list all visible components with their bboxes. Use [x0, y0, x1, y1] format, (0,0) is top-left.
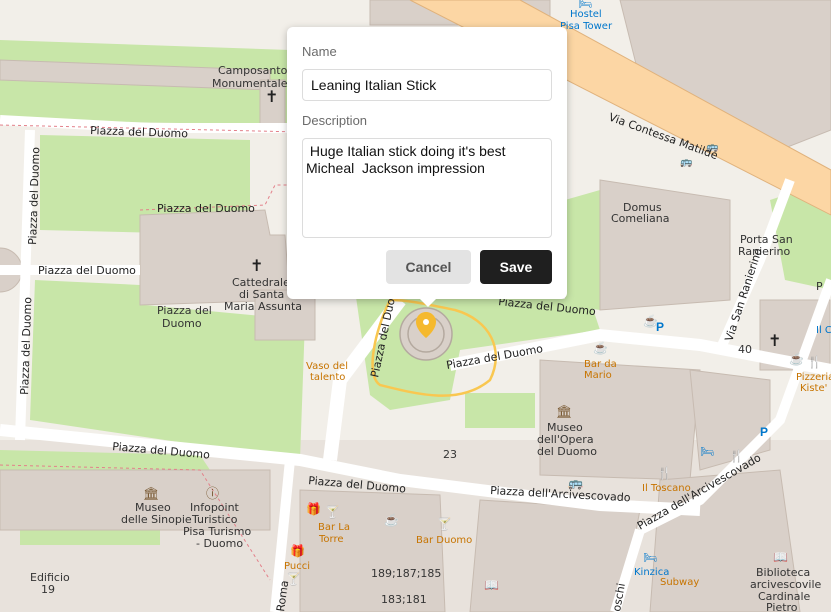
book-icon: 📖	[484, 578, 499, 592]
bar-icon: 🍸	[437, 516, 452, 531]
info-icon: ⓘ	[206, 486, 219, 501]
label-edificio-19: 19	[41, 583, 55, 596]
label-piazza-del: Piazza del	[157, 304, 212, 317]
label-vaso: Vaso del	[306, 361, 348, 372]
label-il-c: Il C	[816, 325, 831, 336]
cross-icon: ✝	[265, 89, 278, 106]
label-talento: talento	[310, 372, 345, 383]
lawn-east	[565, 190, 600, 310]
marker-edit-popup: Name Description Huge Italian stick doin…	[287, 27, 567, 299]
parking-icon: P	[656, 320, 664, 334]
label-kiste: Kiste'	[800, 383, 827, 394]
label-mario: Mario	[584, 370, 612, 381]
label-bar-la: Bar La	[318, 522, 350, 533]
popup-pointer	[418, 297, 438, 307]
cafe-icon: ☕	[789, 351, 804, 366]
label-bar-duomo: Bar Duomo	[416, 535, 472, 546]
cross-icon: ✝	[768, 333, 781, 350]
save-button[interactable]: Save	[480, 250, 552, 284]
domus-building	[599, 179, 731, 311]
book-icon: 📖	[773, 550, 788, 564]
hotel-icon: 🛏	[700, 446, 714, 458]
label-subway: Subway	[660, 577, 699, 588]
label-number-40: 40	[738, 343, 752, 356]
parking-icon: P	[760, 425, 768, 439]
label-biblioteca-4: Pietro	[766, 601, 798, 612]
label-number-189: 189;187;185	[371, 567, 441, 580]
museo-opera-building	[539, 359, 701, 481]
hotel-icon: 🛏	[643, 552, 657, 564]
museum-icon: 🏛	[556, 404, 573, 419]
gift-icon: 🎁	[306, 502, 321, 516]
label-monumentale: Monumentale	[212, 77, 288, 90]
museum-icon: 🏛	[143, 486, 160, 501]
lawn-museum	[465, 393, 535, 428]
label-road-piazza-duomo-3: Piazza del Duomo	[38, 264, 136, 277]
label-pizzeria: Pizzeria	[796, 372, 831, 383]
label-museo-sinopie-2: delle Sinopie	[121, 513, 192, 526]
cafe-icon: ☕	[384, 512, 399, 527]
label-pucci: Pucci	[284, 561, 310, 572]
name-input[interactable]	[302, 69, 552, 101]
label-camposanto: Camposanto	[218, 64, 288, 77]
cross-icon: ✝	[250, 258, 263, 275]
label-duomo: Duomo	[162, 317, 202, 330]
description-input[interactable]: Huge Italian stick doing it's best Miche…	[302, 138, 552, 238]
label-number-23: 23	[443, 448, 457, 461]
description-label: Description	[302, 113, 368, 128]
bus-icon: 🚌	[680, 157, 693, 168]
restaurant-icon: 🍴	[657, 466, 672, 480]
label-comeliana: Comeliana	[611, 212, 669, 225]
restaurant-icon: 🍴	[807, 355, 822, 369]
label-road-piazza-duomo-2: Piazza del Duomo	[157, 202, 255, 215]
gift-icon: 🎁	[290, 544, 305, 558]
label-hostel: Hostel	[570, 9, 602, 20]
bar-icon: 🍸	[325, 504, 340, 519]
label-pisa-tower: Pisa Tower	[560, 21, 613, 32]
label-infopoint-4: - Duomo	[196, 537, 243, 550]
label-number-183: 183;181	[381, 593, 427, 606]
label-museo-opera-3: del Duomo	[537, 445, 597, 458]
cafe-icon: ☕	[593, 340, 608, 355]
label-torre: Torre	[318, 534, 344, 545]
label-p-frag: P	[816, 280, 823, 293]
name-label: Name	[302, 44, 337, 59]
cancel-button[interactable]: Cancel	[386, 250, 471, 284]
label-maria-assunta: Maria Assunta	[224, 300, 302, 313]
label-bar-da: Bar da	[584, 359, 617, 370]
